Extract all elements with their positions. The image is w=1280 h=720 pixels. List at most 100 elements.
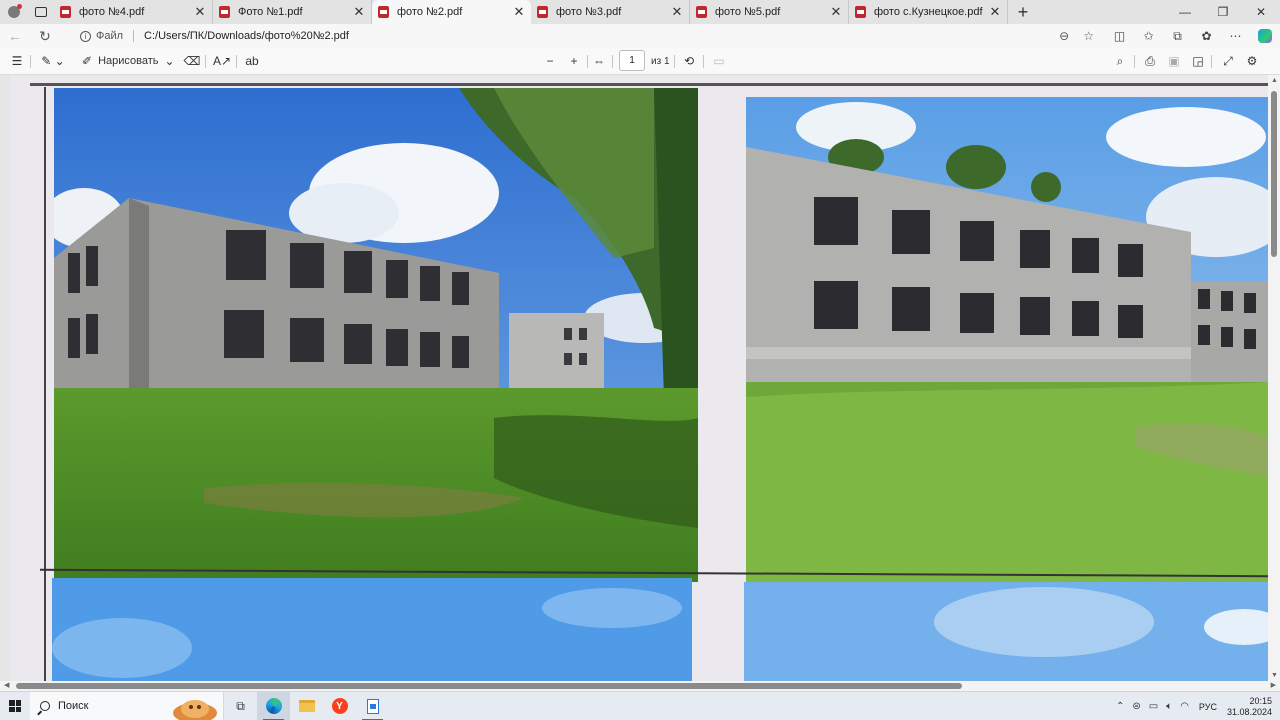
omnibox[interactable]: i Файл C:/Users/ПК/Downloads/фото%20№2.p… xyxy=(70,26,1102,46)
fullscreen-button[interactable]: ⤢ xyxy=(1218,48,1238,74)
refresh-icon: ↻ xyxy=(39,27,51,44)
read-aloud-button[interactable]: A↗ xyxy=(211,48,233,74)
print-button[interactable]: ⎙ xyxy=(1140,48,1160,74)
highlighter-icon: ✎ ⌄ xyxy=(41,54,65,68)
pdf-file-icon xyxy=(60,6,71,18)
pdf-file-icon xyxy=(378,6,389,18)
windows-logo-icon xyxy=(9,700,21,712)
taskbar-search[interactable]: Поиск xyxy=(30,691,224,720)
yandex-taskbar-button[interactable]: Y xyxy=(323,692,356,720)
tab-label: фото №2.pdf xyxy=(397,6,463,18)
workspaces-button[interactable] xyxy=(28,0,54,24)
tab-label: фото №4.pdf xyxy=(79,6,145,18)
clock-time: 20:15 xyxy=(1249,695,1272,706)
scroll-down-icon[interactable]: ▼ xyxy=(1271,672,1278,679)
toolbar-separator xyxy=(205,55,206,68)
zoom-out-button[interactable]: − xyxy=(540,48,560,74)
more-icon: ⋯ xyxy=(1229,29,1242,43)
toolbar-separator xyxy=(674,55,675,68)
profile-button[interactable] xyxy=(0,0,28,24)
contents-button[interactable]: ☰ xyxy=(6,48,28,74)
more-button[interactable]: ⋯ xyxy=(1221,24,1250,48)
page-view-button[interactable]: ▭ xyxy=(709,48,729,74)
chevron-up-icon[interactable]: ⌃ xyxy=(1116,701,1124,712)
split-screen-button[interactable]: ◫ xyxy=(1105,24,1134,48)
info-icon[interactable]: i xyxy=(80,30,91,42)
clock[interactable]: 20:15 31.08.2024 xyxy=(1227,696,1272,718)
tab-photo-kuznetskoe[interactable]: фото с.Кузнецкое.pdf ✕ xyxy=(849,0,1008,24)
expand-icon: ⤢ xyxy=(1223,53,1233,68)
wifi-icon[interactable]: ◠ xyxy=(1180,701,1189,712)
horizontal-scrollbar[interactable]: ◀ ▶ xyxy=(0,681,1280,691)
close-icon[interactable]: ✕ xyxy=(671,4,683,20)
favorite-star-icon[interactable]: ☆ xyxy=(1083,29,1094,43)
back-button[interactable]: ← xyxy=(0,24,30,48)
rotate-button[interactable]: ⟲ xyxy=(679,48,699,74)
language-indicator[interactable]: РУС xyxy=(1199,702,1217,712)
restore-button[interactable]: ❐ xyxy=(1204,0,1242,24)
task-view-button[interactable]: ⧉ xyxy=(224,692,257,720)
translate-icon: ab xyxy=(245,54,259,68)
refresh-button[interactable]: ↻ xyxy=(30,24,60,48)
scroll-up-icon[interactable]: ▲ xyxy=(1271,77,1278,84)
list-icon: ☰ xyxy=(11,54,23,68)
sky-photo-bottom-right xyxy=(744,582,1268,681)
find-button[interactable]: ⌕ xyxy=(1110,48,1130,74)
minimize-button[interactable]: — xyxy=(1166,0,1204,24)
tab-photo-5[interactable]: фото №5.pdf ✕ xyxy=(690,0,849,24)
pdf-file-icon xyxy=(219,6,230,18)
tab-label: фото №3.pdf xyxy=(556,6,622,18)
favorites-button[interactable]: ✩ xyxy=(1134,24,1163,48)
copilot-icon[interactable] xyxy=(1258,29,1272,43)
tab-photo-4[interactable]: фото №4.pdf ✕ xyxy=(54,0,213,24)
translate-button[interactable]: ab xyxy=(241,48,263,74)
fit-page-button[interactable]: ⇔ xyxy=(589,48,609,74)
tab-photo-1[interactable]: Фото №1.pdf ✕ xyxy=(213,0,372,24)
scroll-left-icon[interactable]: ◀ xyxy=(4,681,9,689)
close-icon[interactable]: ✕ xyxy=(989,4,1001,20)
vertical-scrollbar[interactable]: ▲ ▼ xyxy=(1268,75,1280,681)
toolbar-separator xyxy=(587,55,588,68)
toolbar-separator xyxy=(30,55,31,68)
minimize-icon: — xyxy=(1179,5,1191,19)
extensions-button[interactable]: ✿ xyxy=(1192,24,1221,48)
vertical-scroll-thumb[interactable] xyxy=(1271,91,1277,257)
speaker-icon[interactable]: 🔈︎ xyxy=(1166,701,1172,712)
network-icon[interactable]: ⊜ xyxy=(1132,701,1140,712)
explorer-taskbar-button[interactable] xyxy=(290,692,323,720)
horizontal-scroll-thumb[interactable] xyxy=(16,683,962,689)
start-button[interactable] xyxy=(0,692,30,720)
display-icon[interactable]: ▭ xyxy=(1149,701,1158,712)
document-taskbar-button[interactable] xyxy=(356,692,389,720)
back-arrow-icon: ← xyxy=(8,28,22,44)
close-icon[interactable]: ✕ xyxy=(353,4,365,20)
draw-button[interactable]: ✐ Нарисовать ⌄ xyxy=(82,48,178,74)
address-bar: ← ↻ i Файл C:/Users/ПК/Downloads/фото%20… xyxy=(0,24,1280,48)
close-window-button[interactable]: ✕ xyxy=(1242,0,1280,24)
scroll-right-icon[interactable]: ▶ xyxy=(1271,681,1276,689)
edge-taskbar-button[interactable] xyxy=(257,691,290,720)
pdf-document-area[interactable] xyxy=(0,75,1268,681)
zoom-in-button[interactable]: + xyxy=(564,48,584,74)
fit-width-icon: ⇔ xyxy=(593,54,605,68)
url-text[interactable]: C:/Users/ПК/Downloads/фото%20№2.pdf xyxy=(144,30,349,42)
tab-photo-3[interactable]: фото №3.pdf ✕ xyxy=(531,0,690,24)
settings-button[interactable]: ⚙ xyxy=(1242,48,1262,74)
close-icon[interactable]: ✕ xyxy=(830,4,842,20)
yandex-browser-icon: Y xyxy=(331,698,348,714)
eraser-button[interactable]: ⌫ xyxy=(182,48,202,74)
close-icon[interactable]: ✕ xyxy=(513,4,525,20)
save-as-button[interactable]: ◲ xyxy=(1188,48,1208,74)
save-button[interactable]: ▣ xyxy=(1164,48,1184,74)
omnibox-separator xyxy=(133,30,135,42)
highlight-button[interactable]: ✎ ⌄ xyxy=(36,48,70,74)
collections-button[interactable]: ⧉ xyxy=(1163,24,1192,48)
close-icon[interactable]: ✕ xyxy=(194,4,206,20)
tab-actions-icon xyxy=(35,7,47,17)
zoom-icon[interactable]: ⊖ xyxy=(1059,29,1069,43)
page-number-input[interactable]: 1 xyxy=(619,50,645,71)
tab-photo-2[interactable]: фото №2.pdf ✕ xyxy=(372,0,531,24)
search-placeholder: Поиск xyxy=(58,700,89,712)
toolbar-separator xyxy=(703,55,704,68)
new-tab-button[interactable]: + xyxy=(1008,2,1038,23)
